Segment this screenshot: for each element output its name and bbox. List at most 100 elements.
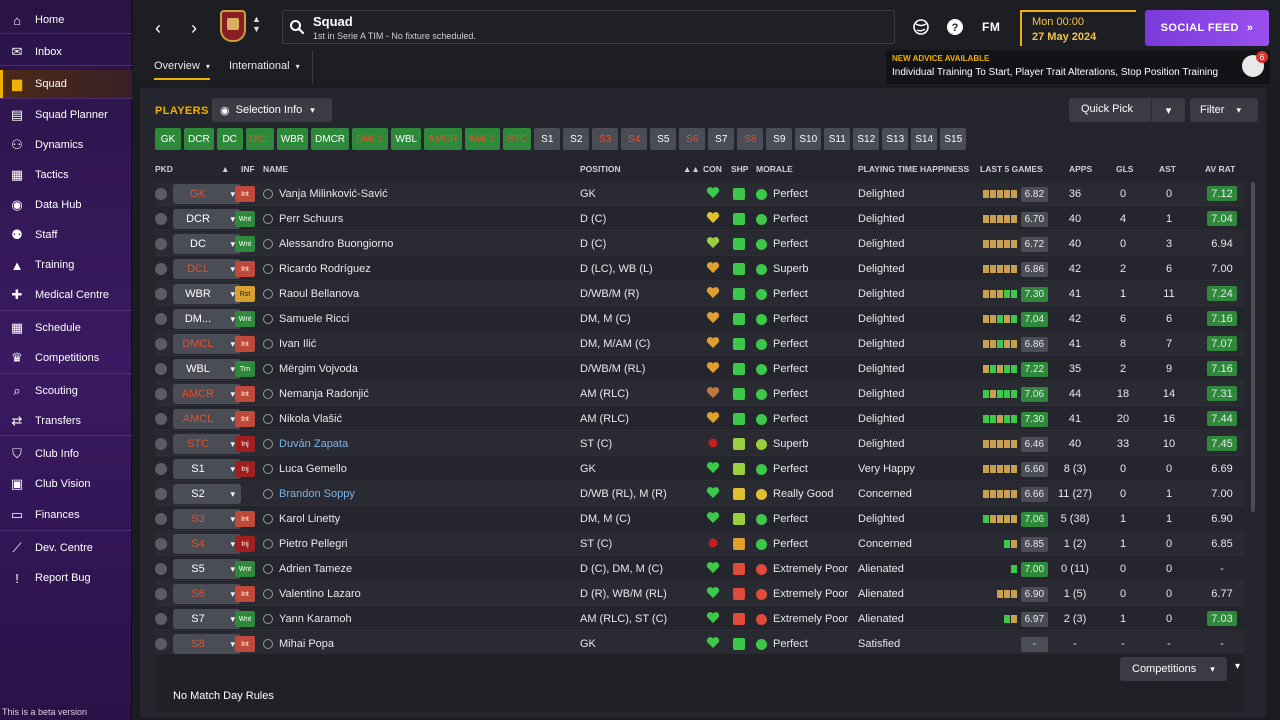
- collapse-chevron-icon[interactable]: ▾: [1235, 661, 1240, 672]
- col-last5[interactable]: LAST 5 GAMES: [980, 164, 1043, 174]
- col-ast[interactable]: AST: [1159, 164, 1176, 174]
- position-chip-stc[interactable]: STC: [503, 128, 532, 150]
- table-row[interactable]: S1 ▾ Inj Luca Gemello GK Perfect Very Happy 6.6…: [155, 457, 1245, 481]
- info-status-badge[interactable]: Int: [235, 636, 255, 652]
- col-shp[interactable]: SHP: [731, 164, 748, 174]
- col-apps[interactable]: APPS: [1069, 164, 1092, 174]
- picked-indicator[interactable]: [155, 207, 167, 231]
- position-chip-amcl[interactable]: AMCL: [464, 128, 501, 150]
- info-status-badge[interactable]: Rst: [235, 286, 255, 302]
- table-row[interactable]: AMCL ▾ Int Nikola Vlašić AM (RLC) Perfect Deli…: [155, 407, 1245, 431]
- last-five-games[interactable]: -: [982, 632, 1048, 656]
- position-chip-wbr[interactable]: WBR: [276, 128, 309, 150]
- selection-position-dropdown[interactable]: GK ▾: [173, 184, 241, 204]
- table-row[interactable]: DM... ▾ Wnt Samuele Ricci DM, M (C) Perfect De…: [155, 307, 1245, 331]
- fm-logo[interactable]: FM: [982, 20, 1000, 34]
- last-five-games[interactable]: 6.97: [982, 607, 1048, 631]
- sidebar-item-tactics[interactable]: ▦ Tactics: [0, 161, 132, 189]
- picked-indicator[interactable]: [155, 232, 167, 256]
- quick-pick-dropdown-icon[interactable]: ▾: [1151, 98, 1185, 122]
- table-row[interactable]: S3 ▾ Int Karol Linetty DM, M (C) Perfect Delig…: [155, 507, 1245, 531]
- selection-position-dropdown[interactable]: DMCL ▾: [173, 334, 241, 354]
- picked-indicator[interactable]: [155, 482, 167, 506]
- last-five-games[interactable]: 6.86: [982, 257, 1048, 281]
- last-five-games[interactable]: 7.00: [982, 557, 1048, 581]
- sidebar-item-training[interactable]: ▲ Training: [0, 251, 132, 279]
- selection-position-dropdown[interactable]: AMCL ▾: [173, 409, 241, 429]
- competitions-button[interactable]: Competitions ▾: [1120, 657, 1227, 681]
- table-row[interactable]: DCR ▾ Wnt Perr Schuurs D (C) Perfect Delighted…: [155, 207, 1245, 231]
- info-status-badge[interactable]: Wnt: [235, 236, 255, 252]
- sidebar-item-data-hub[interactable]: ◉ Data Hub: [0, 191, 132, 219]
- info-status-badge[interactable]: Wnt: [235, 211, 255, 227]
- info-status-badge[interactable]: Wnt: [235, 311, 255, 327]
- position-chip-s12[interactable]: S12: [853, 128, 880, 150]
- last-five-games[interactable]: 7.06: [982, 382, 1048, 406]
- player-name[interactable]: Adrien Tameze: [263, 557, 352, 581]
- table-row[interactable]: WBL ▾ Trn Mërgim Vojvoda D/WB/M (RL) Perfect D…: [155, 357, 1245, 381]
- player-name[interactable]: Mërgim Vojvoda: [263, 357, 358, 381]
- forward-button[interactable]: ›: [180, 14, 208, 42]
- selection-position-dropdown[interactable]: DCR ▾: [173, 209, 241, 229]
- table-row[interactable]: AMCR ▾ Int Nemanja Radonjić AM (RLC) Perfect D…: [155, 382, 1245, 406]
- picked-indicator[interactable]: [155, 332, 167, 356]
- date-time-display[interactable]: Mon 00:00 27 May 2024: [1020, 10, 1136, 46]
- selection-position-dropdown[interactable]: WBL ▾: [173, 359, 241, 379]
- info-status-badge[interactable]: Wnt: [235, 561, 255, 577]
- selection-position-dropdown[interactable]: S8 ▾: [173, 634, 241, 654]
- picked-indicator[interactable]: [155, 632, 167, 656]
- picked-indicator[interactable]: [155, 507, 167, 531]
- player-name[interactable]: Raoul Bellanova: [263, 282, 359, 306]
- sidebar-item-medical-centre[interactable]: ✚ Medical Centre: [0, 281, 132, 309]
- tab-overview[interactable]: Overview ▾: [154, 60, 210, 80]
- sidebar-item-staff[interactable]: ⚉ Staff: [0, 221, 132, 249]
- sidebar-item-transfers[interactable]: ⇄ Transfers: [0, 407, 132, 435]
- last-five-games[interactable]: 7.30: [982, 407, 1048, 431]
- selection-position-dropdown[interactable]: DM... ▾: [173, 309, 241, 329]
- picked-indicator[interactable]: [155, 457, 167, 481]
- player-name[interactable]: Alessandro Buongiorno: [263, 232, 393, 256]
- picked-indicator[interactable]: [155, 307, 167, 331]
- position-chip-s3[interactable]: S3: [592, 128, 619, 150]
- table-row[interactable]: GK ▾ Int Vanja Milinković-Savić GK Perfect Del…: [155, 182, 1245, 206]
- position-chip-dc[interactable]: DC: [216, 128, 243, 150]
- sidebar-item-dynamics[interactable]: ⚇ Dynamics: [0, 131, 132, 159]
- picked-indicator[interactable]: [155, 557, 167, 581]
- selection-position-dropdown[interactable]: S3 ▾: [173, 509, 241, 529]
- table-row[interactable]: DMCL ▾ Int Ivan Ilić DM, M/AM (C) Perfect Deli…: [155, 332, 1245, 356]
- selection-position-dropdown[interactable]: AMCR ▾: [173, 384, 241, 404]
- sidebar-item-home[interactable]: ⌂ Home: [0, 6, 132, 34]
- selection-position-dropdown[interactable]: S1 ▾: [173, 459, 241, 479]
- col-playing-time[interactable]: PLAYING TIME HAPPINESS: [858, 164, 969, 174]
- picked-indicator[interactable]: [155, 532, 167, 556]
- player-name[interactable]: Valentino Lazaro: [263, 582, 361, 606]
- last-five-games[interactable]: 6.82: [982, 182, 1048, 206]
- info-status-badge[interactable]: Inj: [235, 461, 255, 477]
- last-five-games[interactable]: 6.86: [982, 332, 1048, 356]
- club-badge[interactable]: [220, 10, 246, 42]
- player-name[interactable]: Pietro Pellegri: [263, 532, 347, 556]
- player-name[interactable]: Karol Linetty: [263, 507, 340, 531]
- position-chip-s13[interactable]: S13: [882, 128, 909, 150]
- info-status-badge[interactable]: Int: [235, 261, 255, 277]
- position-chip-gk[interactable]: GK: [155, 128, 181, 150]
- col-gls[interactable]: GLS: [1116, 164, 1133, 174]
- col-name[interactable]: NAME: [263, 164, 288, 174]
- sidebar-item-scouting[interactable]: ⌕ Scouting: [0, 377, 132, 405]
- table-row[interactable]: STC ▾ Inj Duván Zapata ST (C) Superb Delighted…: [155, 432, 1245, 456]
- position-chip-s5[interactable]: S5: [650, 128, 677, 150]
- back-button[interactable]: ‹: [144, 14, 172, 42]
- info-status-badge[interactable]: Int: [235, 411, 255, 427]
- position-chip-wbl[interactable]: WBL: [391, 128, 422, 150]
- picked-indicator[interactable]: [155, 432, 167, 456]
- selection-position-dropdown[interactable]: S5 ▾: [173, 559, 241, 579]
- info-status-badge[interactable]: Int: [235, 336, 255, 352]
- selection-position-dropdown[interactable]: S4 ▾: [173, 534, 241, 554]
- position-chip-s14[interactable]: S14: [911, 128, 938, 150]
- player-name[interactable]: Ivan Ilić: [263, 332, 316, 356]
- picked-indicator[interactable]: [155, 607, 167, 631]
- position-chip-s10[interactable]: S10: [795, 128, 822, 150]
- info-status-badge[interactable]: Int: [235, 511, 255, 527]
- col-position[interactable]: POSITION: [580, 164, 621, 174]
- selection-position-dropdown[interactable]: DCL ▾: [173, 259, 241, 279]
